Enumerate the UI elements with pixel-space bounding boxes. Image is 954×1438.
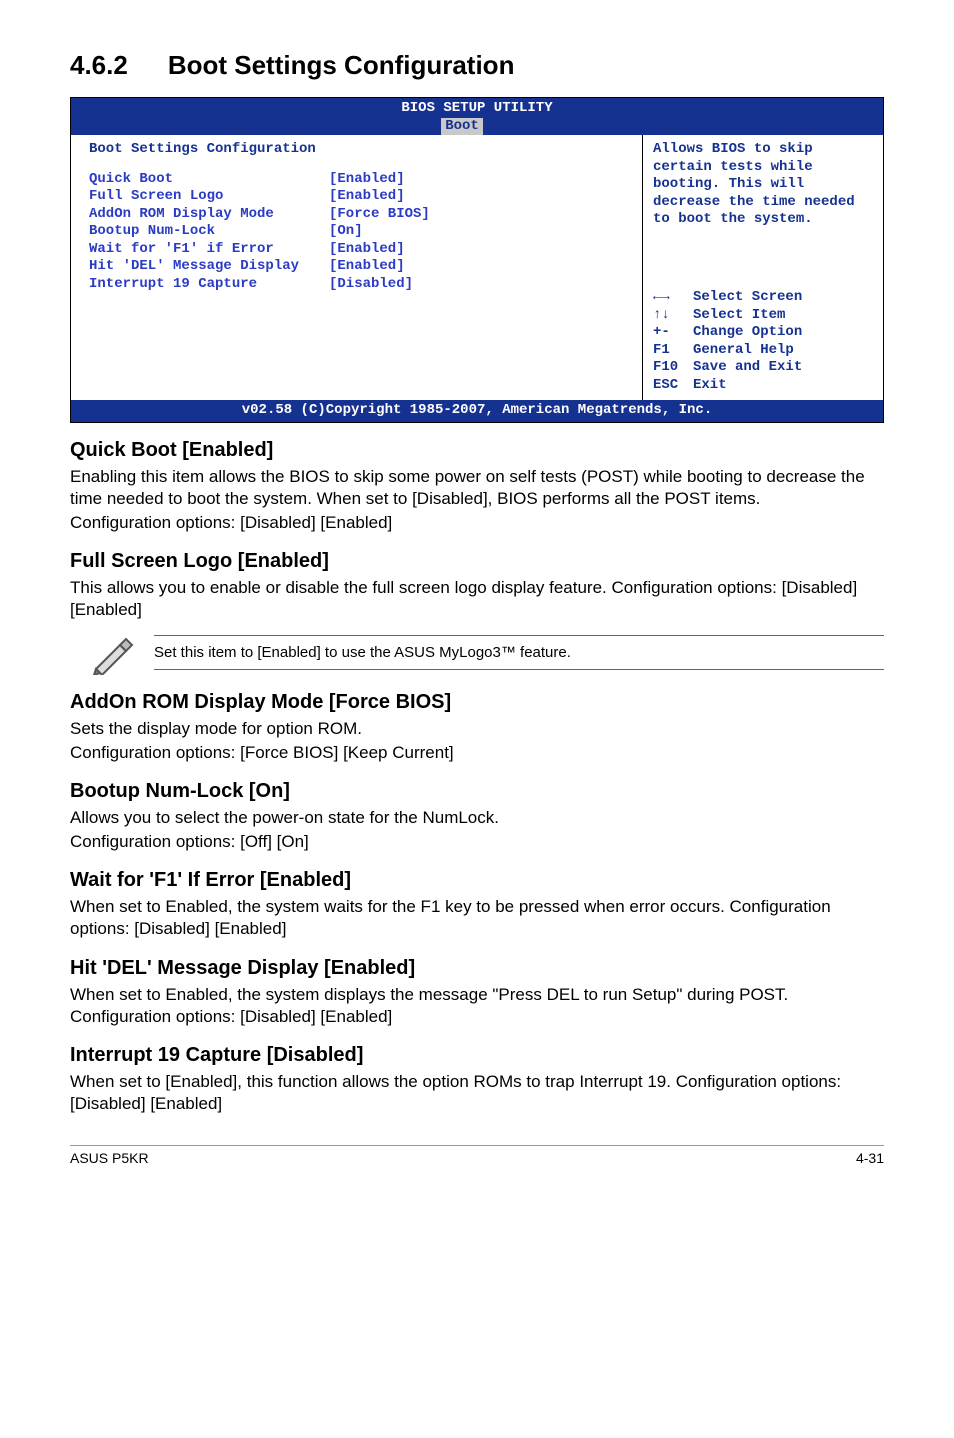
bios-option-value: [Enabled] — [329, 188, 405, 206]
bios-nav-key: ESC — [653, 377, 693, 395]
paragraph: Configuration options: [Disabled] [Enabl… — [70, 512, 884, 534]
heading-wait-f1: Wait for 'F1' If Error [Enabled] — [70, 869, 884, 892]
bios-nav-row: ↑↓Select Item — [653, 307, 873, 325]
bios-nav-action: General Help — [693, 342, 794, 360]
section-number: 4.6.2 — [70, 50, 128, 80]
bios-option-label: AddOn ROM Display Mode — [89, 206, 329, 224]
bios-screenshot: BIOS SETUP UTILITY Boot Boot Settings Co… — [70, 97, 884, 423]
bios-nav-row: +-Change Option — [653, 324, 873, 342]
paragraph: When set to [Enabled], this function all… — [70, 1071, 884, 1115]
bios-nav-action: Select Item — [693, 307, 785, 325]
bios-option-row: Hit 'DEL' Message Display [Enabled] — [89, 258, 632, 276]
bios-option-label: Wait for 'F1' if Error — [89, 241, 329, 259]
paragraph: Configuration options: [Force BIOS] [Kee… — [70, 742, 884, 764]
note-callout: Set this item to [Enabled] to use the AS… — [90, 631, 884, 675]
heading-bootup-numlock: Bootup Num-Lock [On] — [70, 780, 884, 803]
bios-nav-action: Select Screen — [693, 289, 802, 307]
bios-option-row: Quick Boot [Enabled] — [89, 171, 632, 189]
bios-option-value: [Enabled] — [329, 171, 405, 189]
arrows-lr-icon: ←→ — [653, 289, 693, 307]
bios-nav-action: Change Option — [693, 324, 802, 342]
bios-nav-row: ESCExit — [653, 377, 873, 395]
bios-options-panel: Boot Settings Configuration Quick Boot [… — [71, 135, 643, 400]
footer-product: ASUS P5KR — [70, 1150, 149, 1166]
paragraph: Sets the display mode for option ROM. — [70, 718, 884, 740]
bios-nav-key: +- — [653, 324, 693, 342]
bios-nav-row: ←→Select Screen — [653, 289, 873, 307]
bios-tab-boot: Boot — [441, 118, 483, 136]
paragraph: This allows you to enable or disable the… — [70, 577, 884, 621]
bios-nav-row: F10Save and Exit — [653, 359, 873, 377]
bios-option-value: [Enabled] — [329, 241, 405, 259]
bios-option-label: Full Screen Logo — [89, 188, 329, 206]
bios-nav-key: F10 — [653, 359, 693, 377]
bios-option-label: Bootup Num-Lock — [89, 223, 329, 241]
bios-option-row: Bootup Num-Lock [On] — [89, 223, 632, 241]
bios-help-text: Allows BIOS to skip certain tests while … — [653, 141, 873, 281]
section-heading: Boot Settings Configuration — [168, 50, 515, 80]
bios-header: BIOS SETUP UTILITY Boot — [71, 98, 883, 135]
bios-option-row: Interrupt 19 Capture [Disabled] — [89, 276, 632, 294]
heading-hit-del: Hit 'DEL' Message Display [Enabled] — [70, 957, 884, 980]
bios-option-row: Full Screen Logo [Enabled] — [89, 188, 632, 206]
paragraph: Enabling this item allows the BIOS to sk… — [70, 466, 884, 510]
bios-option-value: [On] — [329, 223, 363, 241]
page-title: 4.6.2 Boot Settings Configuration — [70, 50, 884, 81]
bios-utility-title: BIOS SETUP UTILITY — [71, 100, 883, 118]
bios-nav-action: Exit — [693, 377, 727, 395]
bios-option-value: [Force BIOS] — [329, 206, 430, 224]
bios-option-label: Hit 'DEL' Message Display — [89, 258, 329, 276]
heading-quick-boot: Quick Boot [Enabled] — [70, 439, 884, 462]
page-footer: ASUS P5KR 4-31 — [70, 1145, 884, 1166]
bios-nav-row: F1General Help — [653, 342, 873, 360]
bios-nav-help: ←→Select Screen ↑↓Select Item +-Change O… — [653, 289, 873, 394]
pencil-icon — [90, 631, 134, 675]
bios-option-row: Wait for 'F1' if Error [Enabled] — [89, 241, 632, 259]
bios-nav-key: F1 — [653, 342, 693, 360]
bios-option-value: [Enabled] — [329, 258, 405, 276]
bios-option-row: AddOn ROM Display Mode [Force BIOS] — [89, 206, 632, 224]
paragraph: When set to Enabled, the system displays… — [70, 984, 884, 1028]
bios-footer: v02.58 (C)Copyright 1985-2007, American … — [71, 400, 883, 422]
paragraph: Allows you to select the power-on state … — [70, 807, 884, 829]
bios-option-label: Interrupt 19 Capture — [89, 276, 329, 294]
bios-panel-title: Boot Settings Configuration — [89, 141, 632, 159]
paragraph: Configuration options: [Off] [On] — [70, 831, 884, 853]
note-text: Set this item to [Enabled] to use the AS… — [154, 635, 884, 670]
arrows-ud-icon: ↑↓ — [653, 307, 693, 325]
heading-interrupt-19: Interrupt 19 Capture [Disabled] — [70, 1044, 884, 1067]
heading-addon-rom: AddOn ROM Display Mode [Force BIOS] — [70, 691, 884, 714]
paragraph: When set to Enabled, the system waits fo… — [70, 896, 884, 940]
heading-full-screen-logo: Full Screen Logo [Enabled] — [70, 550, 884, 573]
footer-page-number: 4-31 — [856, 1150, 884, 1166]
bios-option-value: [Disabled] — [329, 276, 413, 294]
bios-help-panel: Allows BIOS to skip certain tests while … — [643, 135, 883, 400]
bios-nav-action: Save and Exit — [693, 359, 802, 377]
bios-option-label: Quick Boot — [89, 171, 329, 189]
